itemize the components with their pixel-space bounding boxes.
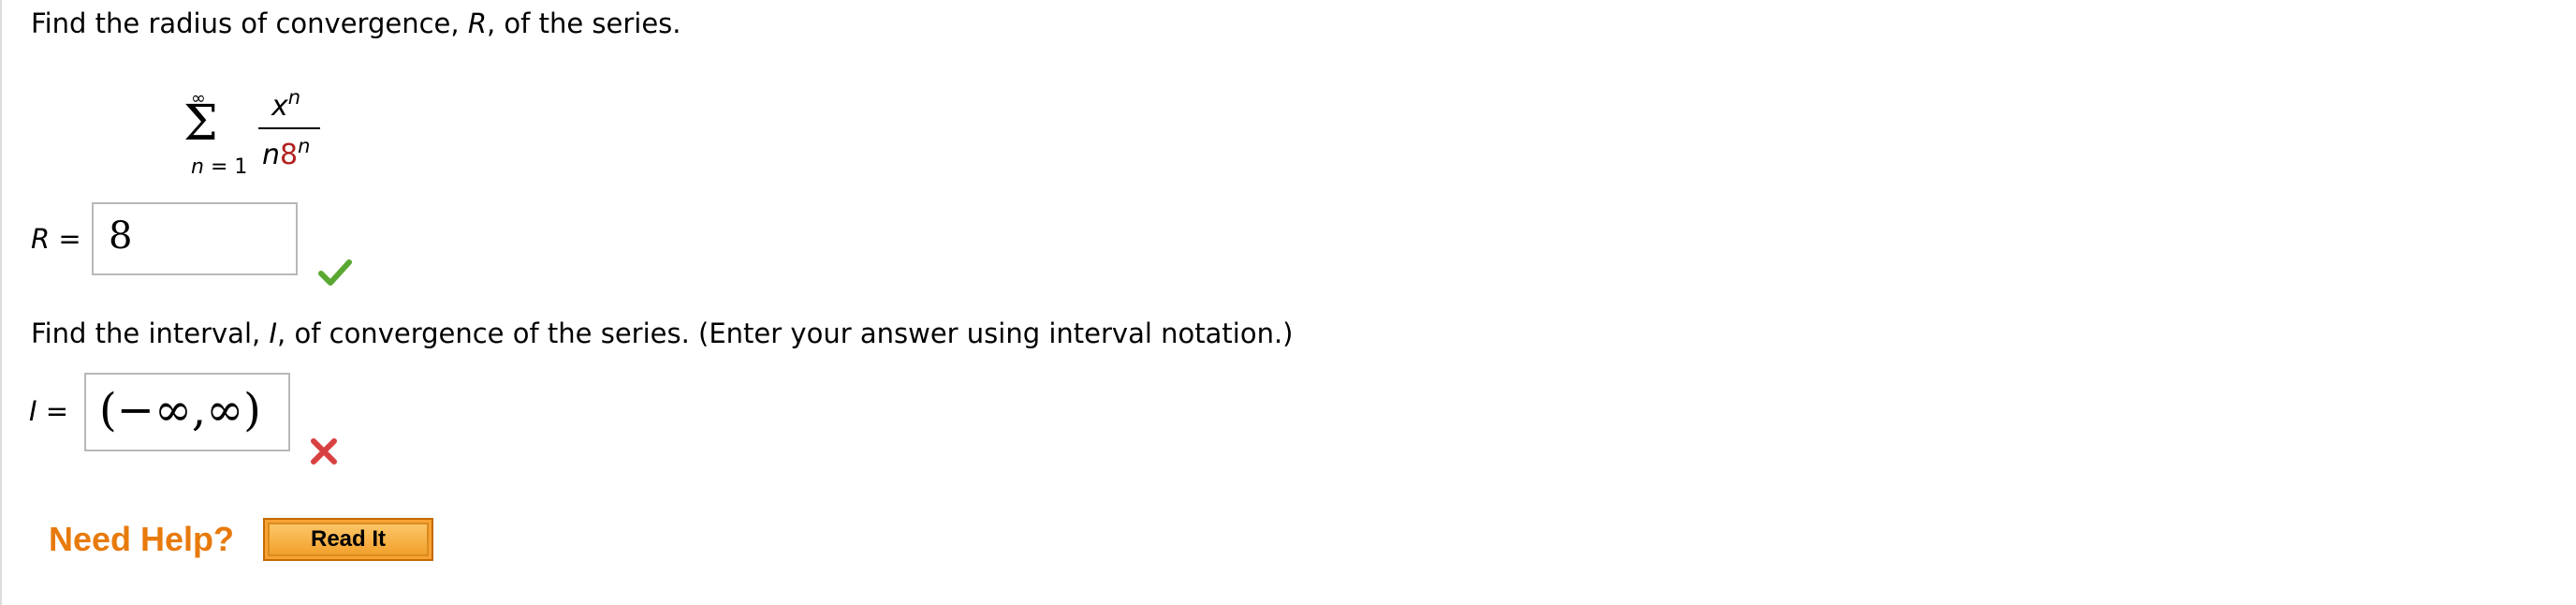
question-page: Find the radius of convergence, R, of th…: [0, 0, 2576, 605]
i-answer-label: I =: [29, 395, 69, 427]
q2-prompt-prefix: Find the interval,: [31, 317, 270, 349]
x-mark-icon: [311, 438, 337, 465]
r-answer-label: R =: [31, 223, 81, 255]
read-it-label: Read It: [268, 523, 429, 556]
question-2-prompt: Find the interval, I, of convergence of …: [31, 320, 1293, 347]
series-numerator: xn: [271, 86, 301, 123]
question-1-prompt: Find the radius of convergence, R, of th…: [31, 10, 681, 37]
sigma-symbol: Σ: [183, 96, 218, 152]
read-it-button[interactable]: Read It: [263, 518, 433, 561]
sum-lower-limit: n = 1: [191, 155, 248, 179]
left-divider: [0, 0, 2, 605]
i-answer-field[interactable]: (−∞,∞): [84, 373, 290, 451]
checkmark-icon: [318, 259, 352, 286]
fraction-bar: [258, 127, 320, 129]
i-answer-value: (−∞,∞): [99, 384, 261, 436]
need-help-label: Need Help?: [49, 520, 235, 558]
r-answer-field[interactable]: 8: [92, 202, 298, 275]
q1-prompt-var: R: [467, 7, 487, 39]
q1-prompt-prefix: Find the radius of convergence,: [31, 7, 468, 39]
q2-prompt-suffix: , of convergence of the series. (Enter y…: [277, 317, 1294, 349]
q2-prompt-var: I: [269, 317, 278, 349]
series-denominator: n8n: [262, 135, 311, 171]
q1-prompt-suffix: , of the series.: [486, 7, 681, 39]
r-answer-value: 8: [109, 214, 133, 258]
